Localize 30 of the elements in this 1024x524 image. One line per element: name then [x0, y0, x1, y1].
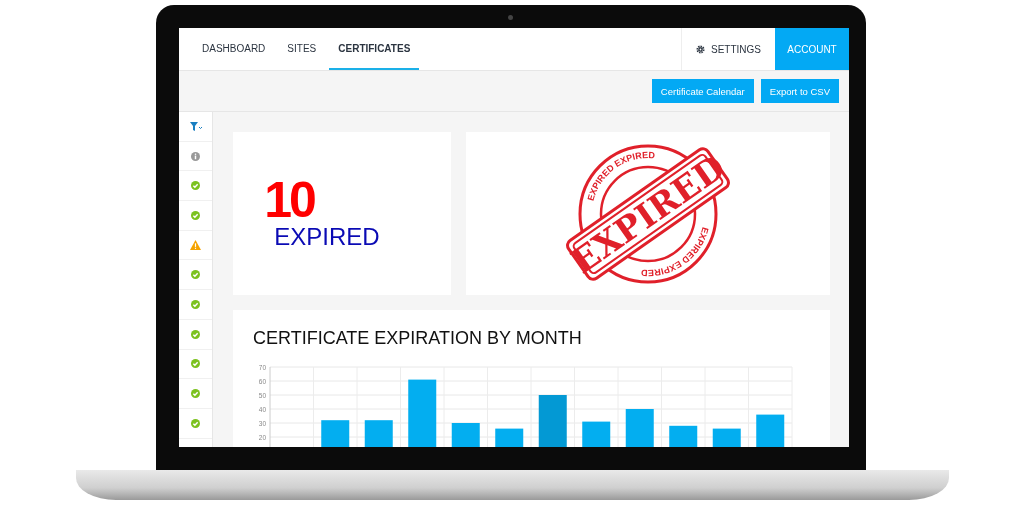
- check-icon: [191, 181, 200, 191]
- check-icon: [191, 359, 200, 369]
- chart-title: CERTIFICATE EXPIRATION BY MONTH: [253, 328, 583, 349]
- chart-bar: [756, 414, 785, 447]
- check-icon: [191, 418, 200, 428]
- chart-bar: [712, 428, 741, 447]
- check-icon: [191, 299, 200, 309]
- nav-tab[interactable]: DASHBOARD: [193, 28, 275, 70]
- chart-bar: [582, 421, 611, 447]
- chart-bar: [625, 409, 654, 447]
- chart-bar: [669, 425, 698, 447]
- chart-bar: [408, 379, 437, 447]
- warning-icon: [190, 240, 201, 251]
- chart-bar: [538, 395, 567, 447]
- settings-icon: [696, 44, 705, 54]
- check-icon: [191, 389, 200, 399]
- chart-bar: [364, 420, 393, 447]
- check-icon: [191, 210, 200, 220]
- nav-tab[interactable]: CERTIFICATES: [329, 28, 420, 70]
- check-icon: [191, 329, 200, 339]
- chart-bar: [321, 420, 350, 447]
- camera-icon: [508, 15, 513, 20]
- filter-icon[interactable]: [189, 121, 202, 131]
- chart-bar: [451, 423, 480, 447]
- info-icon: [191, 151, 200, 161]
- chart-bar: [495, 428, 524, 447]
- expired-label: EXPIRED: [274, 222, 380, 251]
- nav-tab[interactable]: SITES: [278, 28, 326, 70]
- expired-count: 10: [264, 176, 316, 223]
- check-icon: [191, 270, 200, 280]
